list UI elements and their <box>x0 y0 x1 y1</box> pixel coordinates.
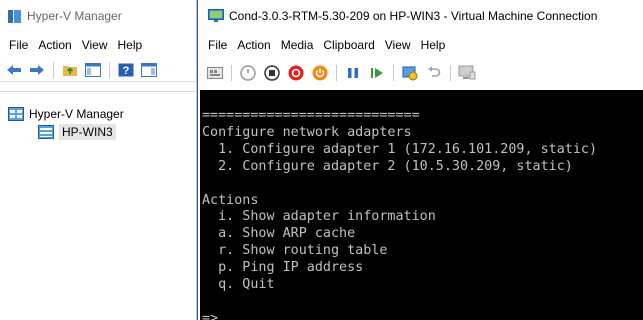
start-icon[interactable] <box>237 62 259 84</box>
toolbar-separator <box>53 61 54 78</box>
hyperv-title-bar[interactable]: Hyper-V Manager <box>0 0 196 32</box>
svg-text:?: ? <box>123 65 130 77</box>
vm-menu-clipboard[interactable]: Clipboard <box>318 38 379 52</box>
hyperv-menu-bar: File Action View Help <box>0 32 196 58</box>
show-hide-action-pane-icon[interactable] <box>139 60 159 80</box>
vm-console-screen[interactable]: =========================== Configure ne… <box>200 90 643 320</box>
toolbar-separator <box>231 65 232 81</box>
vm-window-title: Cond-3.0.3-RTM-5.30-209 on HP-WIN3 - Vir… <box>229 9 598 23</box>
hyperv-toolbar: ? <box>0 58 196 82</box>
help-icon[interactable]: ? <box>116 60 136 80</box>
ctrl-alt-del-icon[interactable] <box>204 62 226 84</box>
vm-title-bar[interactable]: Cond-3.0.3-RTM-5.30-209 on HP-WIN3 - Vir… <box>198 0 643 32</box>
tree-label-hp-win3: HP-WIN3 <box>59 124 116 140</box>
vm-menu-action[interactable]: Action <box>232 38 275 52</box>
console-line: 2. Configure adapter 2 (10.5.30.209, sta… <box>202 158 573 174</box>
tree-item-hyperv-manager[interactable]: Hyper-V Manager <box>8 105 124 123</box>
console-line: a. Show ARP cache <box>202 226 356 242</box>
console-line: r. Show routing table <box>202 243 388 259</box>
vm-menu-view[interactable]: View <box>380 38 416 52</box>
hyperv-manager-icon <box>8 107 24 121</box>
vm-toolbar <box>198 58 643 88</box>
vm-menu-file[interactable]: File <box>203 38 232 52</box>
toolbar-separator <box>336 65 337 81</box>
tree-label-root: Hyper-V Manager <box>29 107 124 121</box>
back-icon[interactable] <box>4 60 24 80</box>
console-line: =========================== <box>202 108 420 123</box>
enhanced-session-icon[interactable] <box>456 62 478 84</box>
revert-icon[interactable] <box>423 62 445 84</box>
tree-item-hp-win3[interactable]: HP-WIN3 <box>38 123 116 141</box>
hyperv-manager-window: Hyper-V Manager File Action View Help ? <box>0 0 197 320</box>
console-line: p. Ping IP address <box>202 260 364 276</box>
console-line: Configure network adapters <box>202 124 412 140</box>
console-output: =========================== Configure ne… <box>200 90 643 320</box>
hyperv-menu-help[interactable]: Help <box>113 38 148 52</box>
console-line: i. Show adapter information <box>202 209 436 225</box>
show-hide-tree-icon[interactable] <box>83 60 103 80</box>
console-prompt: => <box>202 310 219 320</box>
hyperv-tree-pane: Hyper-V Manager HP-WIN3 <box>0 91 197 320</box>
vm-menu-bar: File Action Media Clipboard View Help <box>198 32 643 58</box>
power-icon[interactable] <box>309 62 331 84</box>
vm-connection-window: Cond-3.0.3-RTM-5.30-209 on HP-WIN3 - Vir… <box>197 0 643 320</box>
hyperv-menu-file[interactable]: File <box>4 38 33 52</box>
console-line: q. Quit <box>202 277 275 293</box>
checkpoint-icon[interactable] <box>399 62 421 84</box>
hyperv-window-title: Hyper-V Manager <box>27 9 122 23</box>
resume-icon[interactable] <box>366 62 388 84</box>
folder-up-icon[interactable] <box>60 60 80 80</box>
hyperv-app-icon <box>8 9 21 23</box>
server-icon <box>38 125 54 139</box>
vm-menu-media[interactable]: Media <box>276 38 319 52</box>
toolbar-separator <box>393 65 394 81</box>
pause-icon[interactable] <box>342 62 364 84</box>
turn-off-icon[interactable] <box>261 62 283 84</box>
shutdown-icon[interactable] <box>285 62 307 84</box>
console-line: Actions <box>202 192 259 208</box>
hyperv-menu-view[interactable]: View <box>77 38 113 52</box>
forward-icon[interactable] <box>27 60 47 80</box>
toolbar-separator <box>109 61 110 78</box>
toolbar-separator <box>450 65 451 81</box>
console-line: 1. Configure adapter 1 (172.16.101.209, … <box>202 141 598 157</box>
hyperv-menu-action[interactable]: Action <box>33 38 76 52</box>
vm-connection-icon <box>208 9 224 23</box>
vm-menu-help[interactable]: Help <box>416 38 451 52</box>
